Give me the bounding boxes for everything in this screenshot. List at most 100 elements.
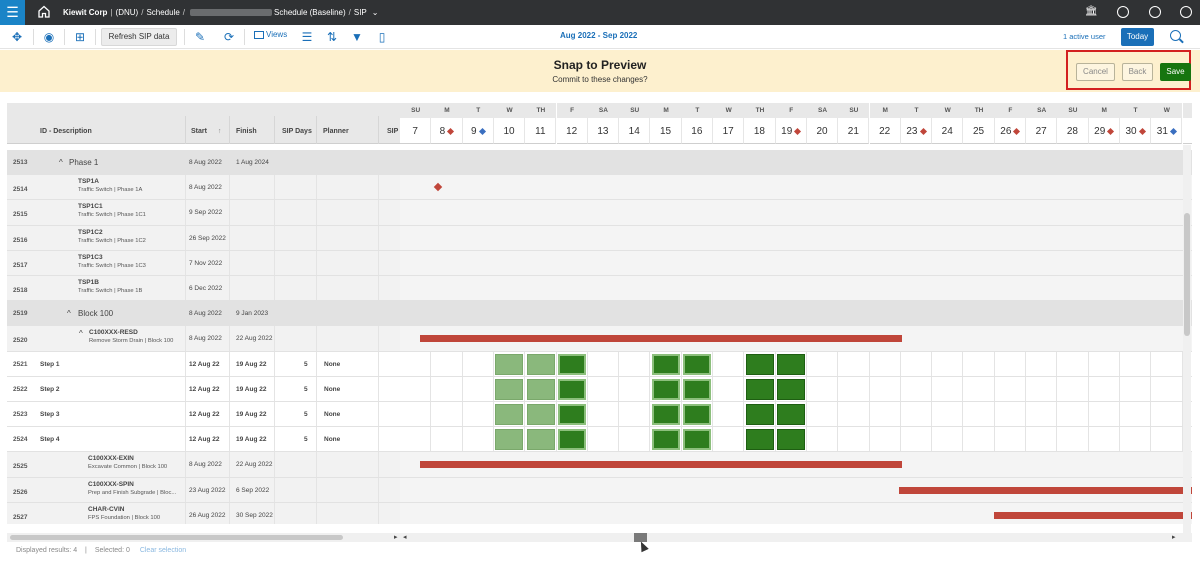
sort-icon[interactable]: ⇅ bbox=[325, 30, 339, 44]
sip-day-block[interactable] bbox=[526, 429, 555, 451]
breadcrumb-schedule-name[interactable]: Schedule (Baseline) bbox=[274, 8, 346, 17]
edit-document-icon[interactable]: ✎ bbox=[193, 30, 207, 44]
column-header-planner[interactable]: Planner bbox=[323, 128, 349, 135]
column-header-finish[interactable]: Finish bbox=[236, 128, 257, 135]
scroll-left-arrow-icon[interactable]: ◂ bbox=[403, 533, 407, 541]
eye-icon[interactable]: ◉ bbox=[42, 30, 56, 44]
column-header-sip[interactable]: SIP bbox=[387, 128, 398, 135]
sip-day-block[interactable] bbox=[651, 429, 680, 451]
save-button[interactable]: Save bbox=[1160, 63, 1191, 81]
day-number-cell[interactable]: 9 bbox=[462, 118, 494, 144]
collapse-chevron-icon[interactable]: ^ bbox=[67, 309, 71, 318]
help-icon[interactable] bbox=[1149, 6, 1161, 18]
sip-day-block[interactable] bbox=[651, 404, 680, 425]
step-row[interactable]: 2524 Step 4 12 Aug 22 19 Aug 22 5 None bbox=[7, 427, 1192, 453]
breadcrumb-project[interactable]: (DNU) bbox=[116, 8, 139, 17]
step-row[interactable]: 2522 Step 2 12 Aug 22 19 Aug 22 5 None bbox=[7, 376, 1192, 402]
column-header-id-description[interactable]: ID - Description bbox=[40, 128, 92, 135]
day-number-cell[interactable]: 31 bbox=[1151, 118, 1183, 144]
task-row[interactable]: 2515 TSP1C1 Traffic Switch | Phase 1C1 9 Se… bbox=[7, 200, 1192, 226]
gantt-bar[interactable] bbox=[993, 511, 1192, 519]
day-number-cell[interactable]: 29 bbox=[1088, 118, 1120, 144]
day-number-cell[interactable]: 13 bbox=[587, 118, 620, 144]
gantt-bar[interactable] bbox=[420, 335, 902, 343]
sip-day-block[interactable] bbox=[777, 378, 806, 400]
sip-day-block[interactable] bbox=[495, 378, 524, 400]
breadcrumb-schedule[interactable]: Schedule bbox=[146, 8, 179, 17]
sip-day-block[interactable] bbox=[777, 429, 806, 451]
planner[interactable]: None bbox=[324, 361, 340, 368]
column-header-start[interactable]: Start ↑ bbox=[191, 128, 221, 135]
column-header-sip-days[interactable]: SIP Days bbox=[282, 128, 312, 135]
columns-icon[interactable]: ▯ bbox=[375, 30, 389, 44]
planner[interactable]: None bbox=[324, 436, 340, 443]
sip-day-block[interactable] bbox=[526, 404, 555, 425]
step-row[interactable]: 2521 Step 1 12 Aug 22 19 Aug 22 5 None bbox=[7, 351, 1192, 377]
sip-day-block[interactable] bbox=[526, 378, 555, 400]
day-number-cell[interactable]: 19 bbox=[775, 118, 807, 144]
grid-scrollbar-thumb[interactable] bbox=[10, 535, 343, 540]
day-number-cell[interactable]: 18 bbox=[744, 118, 776, 144]
task-row[interactable]: 2518 TSP1B Traffic Switch | Phase 1B 6 Dec … bbox=[7, 276, 1192, 302]
day-number-cell[interactable]: 28 bbox=[1057, 118, 1089, 144]
sip-day-block[interactable] bbox=[558, 378, 586, 400]
sip-day-block[interactable] bbox=[558, 404, 586, 425]
search-icon[interactable] bbox=[1170, 30, 1181, 41]
task-row[interactable]: 2516 TSP1C2 Traffic Switch | Phase 1C2 26 S… bbox=[7, 225, 1192, 251]
day-number-cell[interactable]: 17 bbox=[713, 118, 745, 144]
gantt-bar[interactable] bbox=[898, 486, 1192, 494]
hierarchy-icon[interactable]: ⊞ bbox=[73, 30, 87, 44]
sip-day-block[interactable] bbox=[745, 429, 774, 451]
chevron-down-icon[interactable]: ⌄ bbox=[372, 8, 379, 17]
day-number-cell[interactable]: 7 bbox=[400, 118, 432, 144]
day-number-cell[interactable]: 14 bbox=[619, 118, 651, 144]
breadcrumb-current[interactable]: SIP bbox=[354, 8, 367, 17]
day-number-cell[interactable]: 10 bbox=[493, 118, 526, 144]
day-number-cell[interactable]: 30 bbox=[1119, 118, 1152, 144]
day-number-cell[interactable]: 23 bbox=[900, 118, 933, 144]
sip-day-block[interactable] bbox=[683, 378, 712, 400]
planner[interactable]: None bbox=[324, 411, 340, 418]
day-number-cell[interactable]: 1 bbox=[1182, 118, 1192, 144]
day-number-cell[interactable]: 16 bbox=[681, 118, 713, 144]
sip-day-block[interactable] bbox=[777, 353, 806, 375]
active-users-link[interactable]: 1 active user bbox=[1063, 32, 1106, 41]
clear-selection-link[interactable]: Clear selection bbox=[140, 547, 186, 554]
sip-day-block[interactable] bbox=[495, 404, 524, 425]
bank-icon[interactable]: 🏛 bbox=[1085, 6, 1098, 17]
sip-day-block[interactable] bbox=[495, 353, 524, 375]
scroll-right-arrow-icon[interactable]: ▸ bbox=[394, 533, 398, 541]
day-number-cell[interactable]: 25 bbox=[963, 118, 995, 144]
today-button[interactable]: Today bbox=[1121, 28, 1154, 46]
sip-day-block[interactable] bbox=[558, 429, 586, 451]
scroll-right-arrow-icon[interactable]: ▸ bbox=[1172, 533, 1176, 541]
gantt-bar[interactable] bbox=[420, 461, 902, 469]
task-row[interactable]: 2514 TSP1A Traffic Switch | Phase 1A 8 Aug … bbox=[7, 175, 1192, 201]
sip-day-block[interactable] bbox=[683, 429, 712, 451]
back-button[interactable]: Back bbox=[1122, 63, 1153, 81]
sip-day-block[interactable] bbox=[777, 404, 806, 425]
collapse-chevron-icon[interactable]: ^ bbox=[59, 158, 63, 167]
sip-day-block[interactable] bbox=[683, 404, 712, 425]
step-row[interactable]: 2523 Step 3 12 Aug 22 19 Aug 22 5 None bbox=[7, 402, 1192, 428]
planner[interactable]: None bbox=[324, 386, 340, 393]
sip-day-block[interactable] bbox=[745, 404, 774, 425]
sip-day-block[interactable] bbox=[651, 353, 680, 375]
refresh-sip-button[interactable]: Refresh SIP data bbox=[101, 28, 177, 46]
list-icon[interactable]: ☰ bbox=[300, 30, 314, 44]
day-number-cell[interactable]: 26 bbox=[994, 118, 1026, 144]
sip-day-block[interactable] bbox=[526, 353, 555, 375]
sip-day-block[interactable] bbox=[745, 378, 774, 400]
cancel-button[interactable]: Cancel bbox=[1076, 63, 1115, 81]
group-row[interactable]: 2519 ^ Block 100 8 Aug 2022 9 Jan 2023 bbox=[7, 301, 1192, 327]
sip-day-block[interactable] bbox=[651, 378, 680, 400]
user-icon[interactable] bbox=[1180, 6, 1192, 18]
day-number-cell[interactable]: 22 bbox=[869, 118, 901, 144]
day-number-cell[interactable]: 8 bbox=[431, 118, 463, 144]
sip-day-block[interactable] bbox=[745, 353, 774, 375]
quick-edit-icon[interactable]: ⟳ bbox=[222, 30, 236, 44]
collapse-chevron-icon[interactable]: ^ bbox=[79, 329, 83, 338]
day-number-cell[interactable]: 21 bbox=[838, 118, 870, 144]
day-number-cell[interactable]: 15 bbox=[650, 118, 682, 144]
sip-day-block[interactable] bbox=[495, 429, 524, 451]
